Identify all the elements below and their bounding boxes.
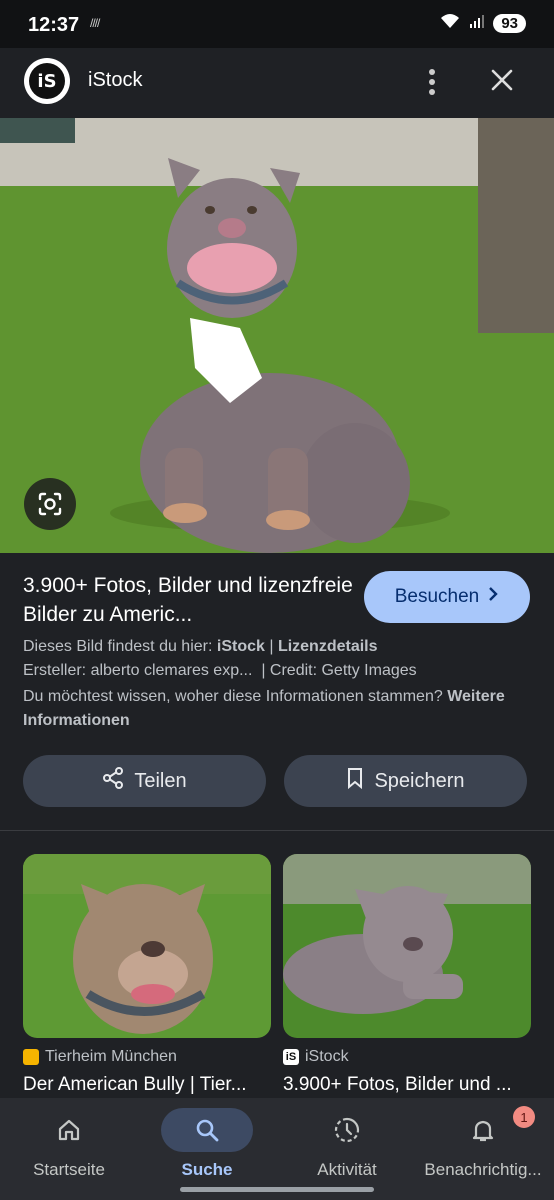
related-title-1[interactable]: Der American Bully | Tier... [23, 1074, 273, 1096]
bottom-nav: Startseite Suche Aktivität 1 Benachricht… [0, 1098, 554, 1200]
save-button[interactable]: Speichern [284, 755, 527, 807]
credit-text: | Credit: Getty Images [261, 662, 417, 679]
search-icon [161, 1108, 253, 1152]
source-line: Dieses Bild findest du hier: iStock | Li… [23, 635, 543, 683]
share-label: Teilen [134, 769, 187, 792]
share-button[interactable]: Teilen [23, 755, 266, 807]
visit-label: Besuchen [394, 586, 480, 607]
nav-item-search[interactable]: Suche [142, 1108, 272, 1180]
related-source-2[interactable]: iS iStock [283, 1048, 349, 1066]
favicon-icon: iS [283, 1049, 299, 1065]
signal-icon [469, 13, 485, 34]
gesture-bar [180, 1187, 374, 1192]
activity-icon [301, 1108, 393, 1152]
battery-indicator: 93 [493, 14, 526, 33]
lens-icon[interactable] [24, 478, 76, 530]
result-title[interactable]: 3.900+ Fotos, Bilder und lizenzfreie Bil… [23, 571, 353, 629]
section-divider [0, 830, 554, 831]
home-icon [23, 1108, 115, 1152]
bookmark-icon [346, 767, 364, 795]
license-link[interactable]: Lizenzdetails [278, 638, 378, 655]
istock-logo: iS [24, 58, 70, 104]
status-indicator: //// [90, 16, 100, 30]
bell-icon: 1 [437, 1106, 535, 1152]
status-right: 93 [439, 12, 526, 35]
hero-image[interactable] [0, 118, 554, 553]
favicon-icon [23, 1049, 39, 1065]
source-prefix: Dieses Bild findest du hier: [23, 638, 217, 655]
related-title-2[interactable]: 3.900+ Fotos, Bilder und ... [283, 1074, 533, 1096]
chevron-right-icon [487, 586, 499, 608]
wifi-icon [439, 12, 461, 35]
related-thumbnail-2[interactable] [283, 854, 531, 1038]
more-vert-icon[interactable] [420, 66, 444, 98]
save-label: Speichern [374, 769, 465, 792]
nav-item-home[interactable]: Startseite [4, 1108, 134, 1180]
status-bar: 12:37 //// 93 [0, 0, 554, 48]
nav-label-home: Startseite [33, 1160, 105, 1179]
related-thumbnail-1[interactable] [23, 854, 271, 1038]
status-time: 12:37 [28, 14, 80, 36]
nav-label-notifications: Benachrichtig... [424, 1160, 542, 1179]
related-source-name: iStock [305, 1048, 349, 1065]
creator-text: Ersteller: alberto clemares exp... [23, 662, 253, 679]
nav-item-activity[interactable]: Aktivität [282, 1108, 412, 1180]
source-name[interactable]: iStock [217, 638, 265, 655]
app-header: iS iStock [0, 48, 554, 118]
nav-item-notifications[interactable]: 1 Benachrichtig... [418, 1106, 548, 1180]
nav-label-search: Suche [181, 1160, 233, 1179]
notification-badge: 1 [513, 1106, 535, 1128]
related-source-1[interactable]: Tierheim München [23, 1048, 177, 1066]
more-prefix: Du möchtest wissen, woher diese Informat… [23, 688, 448, 705]
related-source-name: Tierheim München [45, 1048, 177, 1065]
share-icon [102, 767, 124, 795]
close-icon[interactable] [488, 66, 516, 94]
nav-label-activity: Aktivität [317, 1160, 377, 1179]
site-title: iStock [88, 69, 143, 91]
logo-text: iS [29, 63, 65, 99]
more-info-line: Du möchtest wissen, woher diese Informat… [23, 685, 543, 733]
visit-button[interactable]: Besuchen [364, 571, 530, 623]
source-separator: | [264, 638, 278, 655]
